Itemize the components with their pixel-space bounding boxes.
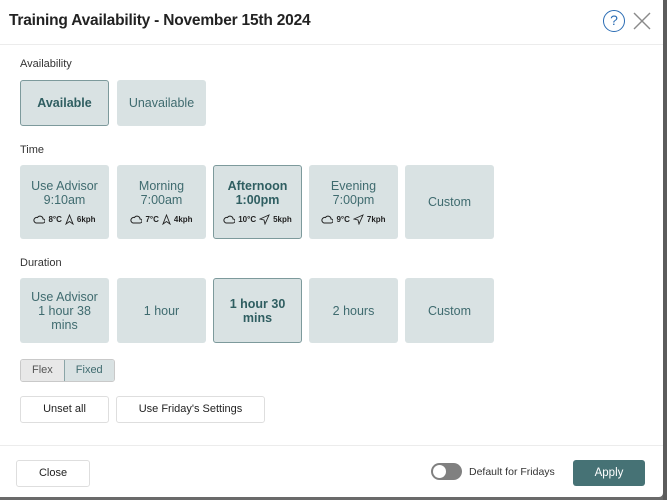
weather-info: 9°C 7kph xyxy=(321,214,386,225)
flex-option[interactable]: Flex xyxy=(21,360,64,381)
wind-speed: 5kph xyxy=(273,214,292,224)
duration-option-use-advisor[interactable]: Use Advisor 1 hour 38 mins xyxy=(20,278,109,343)
cloud-icon xyxy=(130,215,143,224)
weather-info: 7°C 4kph xyxy=(130,214,193,225)
dialog-header: Training Availability - November 15th 20… xyxy=(0,0,663,45)
availability-unavailable-button[interactable]: Unavailable xyxy=(117,80,206,126)
cloud-icon xyxy=(321,215,334,224)
training-availability-dialog: Training Availability - November 15th 20… xyxy=(0,0,663,497)
duration-line: 1 hour 30 xyxy=(229,296,286,311)
duration-option-2-hours[interactable]: 2 hours xyxy=(309,278,398,343)
wind-direction-icon xyxy=(259,214,270,225)
time-option-evening[interactable]: Evening 7:00pm 9°C 7kph xyxy=(309,165,398,239)
temperature: 10°C xyxy=(238,214,257,224)
duration-label: Duration xyxy=(20,257,62,269)
temperature: 7°C xyxy=(145,214,159,224)
help-question-icon[interactable]: ? xyxy=(603,10,625,32)
time-option-title: Use Advisor xyxy=(31,179,98,193)
time-option-title: Morning xyxy=(138,179,185,193)
duration-line: Custom xyxy=(427,303,472,318)
duration-option-1-hour[interactable]: 1 hour xyxy=(117,278,206,343)
duration-option-custom[interactable]: Custom xyxy=(405,278,494,343)
wind-direction-icon xyxy=(162,214,171,225)
close-button[interactable]: Close xyxy=(16,460,90,487)
time-option-morning[interactable]: Morning 7:00am 7°C 4kph xyxy=(117,165,206,239)
unset-all-button[interactable]: Unset all xyxy=(20,396,109,423)
temperature: 8°C xyxy=(48,214,62,224)
apply-button[interactable]: Apply xyxy=(573,460,645,486)
time-option-title: Evening xyxy=(330,179,377,193)
wind-speed: 4kph xyxy=(173,214,193,224)
duration-line: mins xyxy=(242,310,273,325)
wind-speed: 6kph xyxy=(76,214,96,224)
time-option-time: 9:10am xyxy=(43,193,86,207)
dialog-title: Training Availability - November 15th 20… xyxy=(9,12,311,29)
time-option-use-advisor[interactable]: Use Advisor 9:10am 8°C 6kph xyxy=(20,165,109,239)
tile-label: Unavailable xyxy=(128,96,195,110)
duration-line: 1 hour 38 xyxy=(38,303,91,318)
time-option-custom[interactable]: Custom xyxy=(405,165,494,239)
availability-label: Availability xyxy=(20,58,72,70)
flex-fixed-toggle: Flex Fixed xyxy=(20,359,115,382)
availability-available-button[interactable]: Available xyxy=(20,80,109,126)
time-label: Time xyxy=(20,144,45,156)
default-for-fridays-toggle[interactable] xyxy=(431,463,462,480)
fixed-option[interactable]: Fixed xyxy=(63,360,114,381)
duration-line: 1 hour xyxy=(143,303,180,318)
weather-info: 10°C 5kph xyxy=(223,214,292,225)
background-page-edge xyxy=(663,0,667,500)
dialog-footer xyxy=(0,445,663,497)
wind-speed: 7kph xyxy=(366,214,386,224)
default-for-fridays-label: Default for Fridays xyxy=(469,466,555,478)
cloud-icon xyxy=(223,215,236,224)
weather-info: 8°C 6kph xyxy=(33,214,96,225)
use-fridays-settings-button[interactable]: Use Friday's Settings xyxy=(116,396,265,423)
toggle-knob xyxy=(433,465,446,478)
temperature: 9°C xyxy=(336,214,350,224)
time-option-time: 7:00am xyxy=(140,193,183,207)
duration-line: Use Advisor xyxy=(31,289,98,304)
duration-option-1-hour-30[interactable]: 1 hour 30 mins xyxy=(213,278,302,343)
close-icon[interactable] xyxy=(632,11,652,31)
wind-direction-icon xyxy=(352,214,364,225)
time-option-afternoon[interactable]: Afternoon 1:00pm 10°C 5kph xyxy=(213,165,302,239)
time-option-title: Custom xyxy=(427,195,472,209)
time-option-time: 7:00pm xyxy=(332,193,375,207)
duration-line: 2 hours xyxy=(332,303,375,318)
tile-label: Available xyxy=(37,96,92,110)
cloud-icon xyxy=(33,215,46,224)
time-option-title: Afternoon xyxy=(227,179,288,193)
time-option-time: 1:00pm xyxy=(235,193,280,207)
wind-direction-icon xyxy=(65,214,74,225)
duration-line: mins xyxy=(51,317,78,332)
